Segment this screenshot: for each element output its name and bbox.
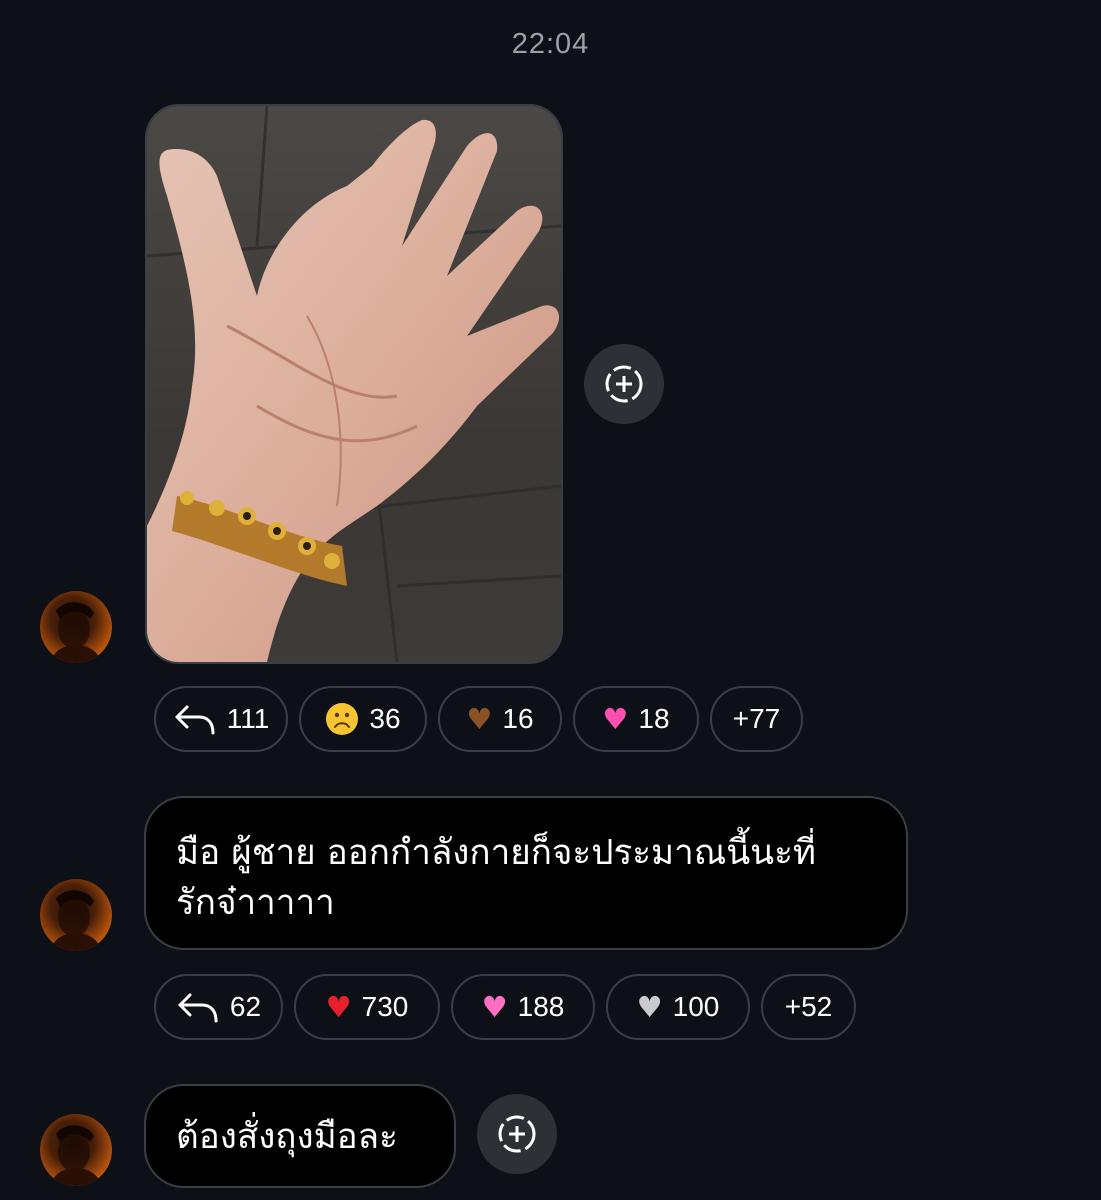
avatar-image bbox=[50, 602, 102, 663]
red-heart-icon: ♥ bbox=[325, 989, 352, 1024]
reaction-count: 730 bbox=[361, 991, 409, 1022]
reaction-growing-heart[interactable]: ♥ 18 bbox=[573, 686, 699, 752]
reaction-count: 16 bbox=[502, 703, 534, 734]
add-reaction-button[interactable] bbox=[477, 1094, 557, 1174]
reply-icon bbox=[178, 993, 218, 1023]
message-bubble[interactable]: มือ ผู้ชาย ออกกำลังกายก็จะประมาณนี้นะที่… bbox=[144, 796, 908, 950]
avatar-image bbox=[50, 890, 102, 951]
reaction-count: 18 bbox=[638, 703, 670, 734]
reply-count: 62 bbox=[229, 991, 262, 1022]
timestamp: 22:04 bbox=[511, 28, 590, 60]
reaction-brown-heart[interactable]: ♥ 16 bbox=[438, 686, 562, 752]
brown-heart-icon: ♥ bbox=[466, 701, 493, 736]
frowning-face-icon bbox=[326, 703, 359, 735]
reactions-row: 111 36 ♥ 16 ♥ 18 +77 bbox=[154, 686, 803, 752]
reaction-sparkling-heart[interactable]: ♥ 188 bbox=[451, 974, 595, 1040]
more-reactions-button[interactable]: +77 bbox=[710, 686, 803, 752]
reaction-red-heart[interactable]: ♥ 730 bbox=[294, 974, 440, 1040]
reaction-frowning[interactable]: 36 bbox=[299, 686, 427, 752]
message-bubble[interactable]: ต้องสั่งถุงมือละ bbox=[144, 1084, 456, 1188]
white-heart-icon: ♥ bbox=[636, 989, 663, 1024]
sparkling-heart-icon: ♥ bbox=[481, 989, 508, 1024]
avatar[interactable] bbox=[40, 1114, 112, 1186]
more-reactions-count: +77 bbox=[732, 703, 781, 734]
message-image[interactable] bbox=[145, 104, 563, 664]
avatar[interactable] bbox=[40, 879, 112, 951]
avatar-image bbox=[50, 1125, 102, 1186]
hand-photo bbox=[147, 106, 561, 662]
message-text-line: ต้องสั่งถุงมือละ bbox=[176, 1117, 398, 1157]
reaction-count: 188 bbox=[517, 991, 565, 1022]
reply-count: 111 bbox=[226, 703, 270, 734]
message-text-line: รักจ๋าาาาา bbox=[176, 883, 335, 923]
add-reaction-button[interactable] bbox=[584, 344, 664, 424]
reaction-count: 100 bbox=[672, 991, 720, 1022]
message-text-line: มือ ผู้ชาย ออกกำลังกายก็จะประมาณนี้นะที่ bbox=[176, 833, 816, 873]
reply-icon bbox=[175, 705, 215, 735]
reaction-white-heart[interactable]: ♥ 100 bbox=[606, 974, 750, 1040]
reaction-count: 36 bbox=[369, 703, 401, 734]
add-reaction-icon bbox=[498, 1115, 536, 1153]
reactions-row: 62 ♥ 730 ♥ 188 ♥ 100 +52 bbox=[154, 974, 856, 1040]
more-reactions-button[interactable]: +52 bbox=[761, 974, 856, 1040]
reply-count-button[interactable]: 62 bbox=[154, 974, 283, 1040]
add-reaction-icon bbox=[605, 365, 643, 403]
growing-heart-icon: ♥ bbox=[602, 701, 629, 736]
more-reactions-count: +52 bbox=[784, 991, 833, 1022]
avatar[interactable] bbox=[40, 591, 112, 663]
reply-count-button[interactable]: 111 bbox=[154, 686, 288, 752]
